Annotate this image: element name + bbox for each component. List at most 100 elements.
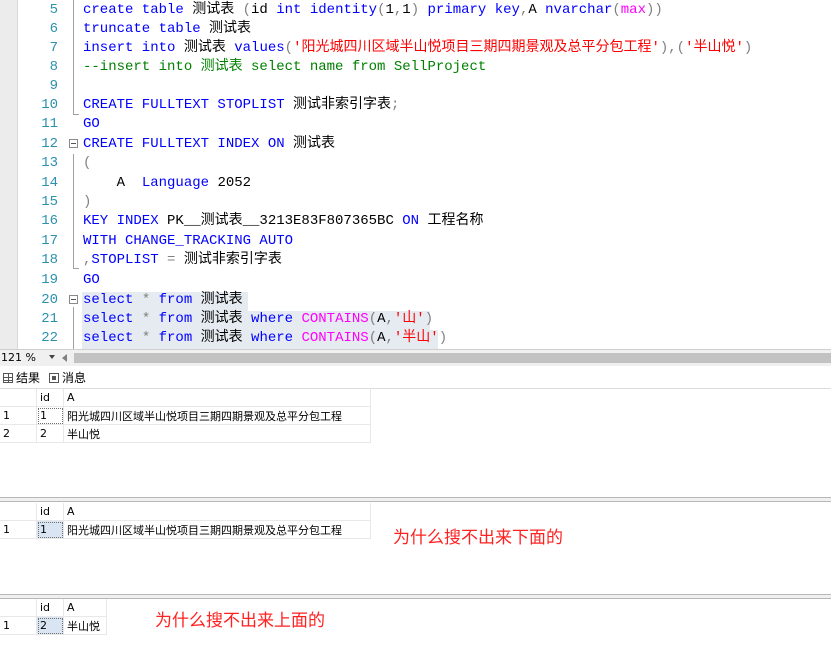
- code-token: ): [743, 40, 753, 56]
- code-text: (: [83, 154, 91, 173]
- code-token: *: [141, 292, 159, 308]
- code-token: 测试表: [200, 311, 252, 327]
- line-number: 8: [49, 59, 58, 75]
- zoom-level[interactable]: 121 %: [1, 350, 36, 366]
- code-line: 21 select * from 测试表 where CONTAINS(A,'山…: [0, 310, 831, 329]
- code-line: 17 WITH CHANGE_TRACKING AUTO: [0, 232, 831, 251]
- code-line: 11 GO: [0, 115, 831, 134]
- line-number: 12: [41, 136, 58, 152]
- code-line: 20 select * from 测试表: [0, 291, 831, 310]
- code-token: '半山悦': [685, 40, 744, 56]
- result-grid-2[interactable]: id A 1 1 阳光城四川区域半山悦项目三期四期景观及总平分包工程 为什么搜不…: [0, 502, 831, 594]
- row-number[interactable]: 1: [0, 616, 37, 635]
- line-number: 17: [41, 233, 58, 249]
- code-token: create table: [83, 2, 193, 18]
- column-header-a[interactable]: A: [63, 599, 107, 617]
- line-number: 13: [41, 155, 58, 171]
- annotation-text: 为什么搜不出来上面的: [155, 611, 325, 631]
- column-header-a[interactable]: A: [63, 503, 371, 521]
- code-token: insert into: [83, 40, 184, 56]
- code-text: --insert into 测试表 select name from SellP…: [83, 58, 486, 77]
- code-token: ): [410, 2, 428, 18]
- code-token: (: [83, 155, 92, 171]
- code-token: 工程名称: [427, 213, 484, 229]
- code-token: Language: [141, 175, 218, 191]
- code-token: ): [438, 330, 448, 346]
- collapse-toggle[interactable]: [69, 139, 78, 148]
- cell-id[interactable]: 2: [36, 616, 64, 635]
- cell-id[interactable]: 2: [36, 424, 64, 443]
- code-token: ;: [391, 97, 400, 113]
- column-header-id[interactable]: id: [36, 599, 64, 617]
- table-row: 2 2 半山悦: [0, 424, 371, 443]
- cell-id[interactable]: 1: [36, 520, 64, 539]
- code-token: 测试表: [200, 330, 252, 346]
- cell-a[interactable]: 阳光城四川区域半山悦项目三期四期景观及总平分包工程: [63, 406, 371, 425]
- table-row: 1 1 阳光城四川区域半山悦项目三期四期景观及总平分包工程: [0, 406, 371, 425]
- row-number[interactable]: 1: [0, 520, 37, 539]
- code-token: (: [612, 2, 621, 18]
- code-token: primary key: [427, 2, 520, 18]
- code-token: WITH CHANGE_TRACKING AUTO: [83, 233, 294, 249]
- results-tab-strip: 结果 消息: [0, 367, 831, 389]
- code-token: 2052: [217, 175, 252, 191]
- row-header-corner[interactable]: [0, 503, 37, 521]
- code-token: 1: [402, 2, 411, 18]
- code-token: =: [167, 252, 184, 268]
- code-line: 15 ): [0, 193, 831, 212]
- column-header-a[interactable]: A: [63, 389, 371, 407]
- code-token: A: [528, 2, 546, 18]
- line-number: 10: [41, 97, 58, 113]
- code-token: ): [424, 311, 434, 327]
- scroll-left-icon[interactable]: [62, 354, 67, 362]
- code-token: GO: [83, 116, 100, 132]
- cell-a[interactable]: 半山悦: [63, 424, 371, 443]
- tab-messages[interactable]: 消息: [49, 369, 86, 387]
- code-token: '阳光城四川区域半山悦项目三期四期景观及总平分包工程': [293, 40, 660, 56]
- code-token: STOPLIST: [91, 252, 168, 268]
- cell-id[interactable]: 1: [36, 406, 64, 425]
- row-header-corner[interactable]: [0, 389, 37, 407]
- cell-a[interactable]: 半山悦: [63, 616, 107, 635]
- code-token: '半山': [393, 330, 439, 346]
- result-table: id A 1 2 半山悦: [0, 599, 107, 635]
- table-row: 1 2 半山悦: [0, 616, 107, 635]
- row-number[interactable]: 1: [0, 406, 37, 425]
- code-line: 7 insert into 测试表 values('阳光城四川区域半山悦项目三期…: [0, 39, 831, 58]
- code-text: GO: [83, 115, 100, 134]
- tab-results[interactable]: 结果: [3, 369, 41, 387]
- code-token: KEY INDEX: [83, 213, 168, 229]
- code-token: CREATE FULLTEXT INDEX ON: [83, 136, 294, 152]
- table-row: 1 1 阳光城四川区域半山悦项目三期四期景观及总平分包工程: [0, 520, 371, 539]
- code-line: 19 GO: [0, 271, 831, 290]
- code-line: 5 create table 测试表 (id int identity(1,1)…: [0, 1, 831, 20]
- line-number: 18: [41, 252, 58, 268]
- code-token: ),(: [659, 40, 686, 56]
- result-table: id A 1 1 阳光城四川区域半山悦项目三期四期景观及总平分包工程 2 2 半…: [0, 389, 371, 443]
- code-text: WITH CHANGE_TRACKING AUTO: [83, 232, 293, 251]
- code-token: CREATE FULLTEXT STOPLIST: [83, 97, 294, 113]
- cell-a[interactable]: 阳光城四川区域半山悦项目三期四期景观及总平分包工程: [63, 520, 371, 539]
- zoom-dropdown-icon[interactable]: [49, 355, 55, 359]
- grid-header-row: id A: [0, 599, 107, 617]
- result-grid-1[interactable]: id A 1 1 阳光城四川区域半山悦项目三期四期景观及总平分包工程 2 2 半…: [0, 389, 831, 497]
- code-token: '山': [393, 311, 425, 327]
- code-token: 测试表: [183, 40, 235, 56]
- code-text: insert into 测试表 values('阳光城四川区域半山悦项目三期四期…: [83, 39, 752, 58]
- column-header-id[interactable]: id: [36, 389, 64, 407]
- code-token: ,: [385, 330, 394, 346]
- horizontal-scrollbar-thumb[interactable]: [74, 353, 831, 363]
- code-text: KEY INDEX PK__测试表__3213E83F807365BC ON 工…: [83, 212, 483, 231]
- line-number: 15: [41, 194, 58, 210]
- code-text: ,STOPLIST = 测试非索引字表: [83, 251, 282, 270]
- row-number[interactable]: 2: [0, 424, 37, 443]
- collapse-toggle[interactable]: [69, 295, 78, 304]
- line-number: 14: [41, 175, 58, 191]
- row-header-corner[interactable]: [0, 599, 37, 617]
- code-line: 10 CREATE FULLTEXT STOPLIST 测试非索引字表;: [0, 96, 831, 115]
- sql-editor[interactable]: 5 create table 测试表 (id int identity(1,1)…: [0, 0, 831, 349]
- result-grid-3[interactable]: id A 1 2 半山悦 为什么搜不出来上面的: [0, 599, 831, 663]
- column-header-id[interactable]: id: [36, 503, 64, 521]
- code-token: where: [251, 311, 302, 327]
- code-token: where: [251, 330, 302, 346]
